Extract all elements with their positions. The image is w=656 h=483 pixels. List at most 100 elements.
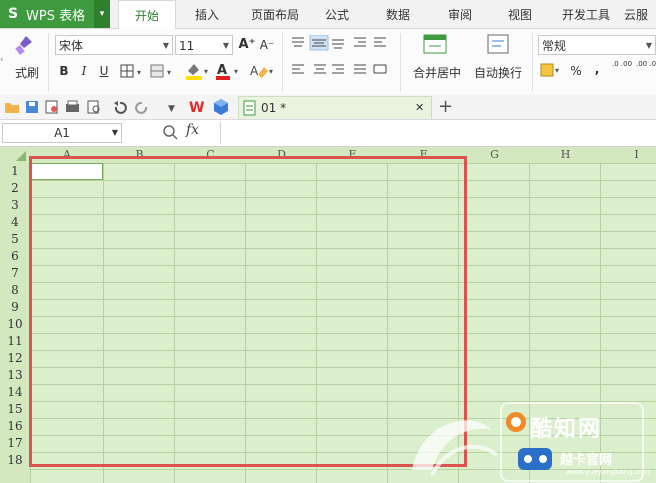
svg-text:A: A bbox=[217, 63, 227, 78]
svg-text:▾: ▾ bbox=[167, 68, 171, 77]
merge-center-button[interactable]: 合并居中 bbox=[406, 64, 468, 82]
watermark-swirl-icon bbox=[402, 400, 502, 480]
font-color-icon[interactable]: A ▾ bbox=[214, 61, 242, 81]
svg-text:▾: ▾ bbox=[204, 67, 208, 76]
clear-format-icon[interactable]: A ▾ bbox=[248, 61, 276, 81]
chevron-down-icon: ▼ bbox=[645, 41, 652, 50]
app-title: WPS 表格 bbox=[26, 8, 86, 24]
name-box-value: A1 bbox=[54, 126, 70, 140]
wps-app-button[interactable]: S WPS 表格 ▾ bbox=[0, 0, 110, 28]
wps-writer-icon[interactable]: W bbox=[188, 98, 206, 116]
row-header-3[interactable]: 3 bbox=[0, 197, 30, 214]
svg-text:A: A bbox=[250, 64, 259, 78]
ribbon-divider bbox=[532, 33, 533, 91]
number-format-value: 常规 bbox=[542, 39, 567, 53]
column-header-i[interactable]: I bbox=[601, 147, 656, 163]
select-all-corner[interactable] bbox=[0, 147, 30, 163]
ribbon-scroll-left-icon[interactable]: ‹ bbox=[0, 40, 8, 80]
wps-logo-icon: S bbox=[7, 6, 19, 22]
row-header-2[interactable]: 2 bbox=[0, 180, 30, 197]
increase-decimal-button[interactable]: .0 .00 bbox=[612, 60, 632, 69]
row-header-8[interactable]: 8 bbox=[0, 282, 30, 299]
watermark-brand-secondary: 越卡官网 bbox=[560, 453, 613, 468]
svg-text:▼: ▼ bbox=[168, 104, 175, 114]
row-header-18[interactable]: 18 bbox=[0, 452, 30, 469]
wrap-text-icon[interactable] bbox=[486, 33, 510, 57]
fill-color-icon[interactable]: ▾ bbox=[184, 61, 212, 81]
tab-view[interactable]: 视图 bbox=[494, 0, 546, 28]
decrease-decimal-button[interactable]: .00 .0 bbox=[636, 60, 656, 69]
column-header-g[interactable]: G bbox=[459, 147, 530, 163]
number-format-select[interactable]: 常规 ▼ bbox=[538, 35, 656, 55]
row-header-14[interactable]: 14 bbox=[0, 384, 30, 401]
tab-insert[interactable]: 插入 bbox=[180, 0, 234, 28]
wrap-text-button[interactable]: 自动换行 bbox=[470, 64, 526, 82]
font-size-select[interactable]: 11 ▼ bbox=[175, 35, 233, 55]
ribbon-divider bbox=[48, 33, 49, 91]
chevron-down-icon: ▼ bbox=[162, 41, 169, 50]
zoom-search-icon[interactable] bbox=[162, 124, 178, 140]
comma-button[interactable]: , bbox=[590, 60, 604, 78]
watermark-brand: 酷知网 bbox=[530, 417, 603, 442]
svg-text:▾: ▾ bbox=[269, 67, 273, 76]
font-name-value: 宋体 bbox=[59, 39, 84, 53]
row-header-9[interactable]: 9 bbox=[0, 299, 30, 316]
row-header-5[interactable]: 5 bbox=[0, 231, 30, 248]
watermark-game-icon bbox=[516, 444, 556, 474]
watermark-logo-icon bbox=[504, 410, 528, 434]
ribbon-divider bbox=[400, 33, 401, 91]
column-header-h[interactable]: H bbox=[530, 147, 601, 163]
underline-button[interactable]: U bbox=[96, 62, 112, 80]
svg-text:▾: ▾ bbox=[555, 66, 559, 75]
chevron-down-icon: ▼ bbox=[222, 41, 229, 50]
font-name-select[interactable]: 宋体 ▼ bbox=[55, 35, 173, 55]
merge-center-icon[interactable] bbox=[423, 33, 447, 57]
svg-text:▾: ▾ bbox=[137, 68, 141, 77]
format-painter-label[interactable]: 式刷 bbox=[12, 64, 42, 82]
alignment-group bbox=[288, 34, 400, 83]
tab-home[interactable]: 开始 bbox=[118, 0, 176, 30]
row-header-10[interactable]: 10 bbox=[0, 316, 30, 333]
tab-formula[interactable]: 公式 bbox=[312, 0, 362, 28]
formula-input[interactable] bbox=[220, 122, 656, 144]
font-size-value: 11 bbox=[179, 39, 195, 53]
tab-page-layout[interactable]: 页面布局 bbox=[240, 0, 310, 28]
bold-button[interactable]: B bbox=[56, 62, 72, 80]
shrink-font-button[interactable]: A⁻ bbox=[258, 36, 276, 54]
svg-text:W: W bbox=[189, 100, 204, 116]
row-header-17[interactable]: 17 bbox=[0, 435, 30, 452]
new-tab-button[interactable]: + bbox=[438, 96, 453, 118]
quick-access-icons: ▼ bbox=[4, 99, 204, 115]
row-header-11[interactable]: 11 bbox=[0, 333, 30, 350]
currency-icon[interactable]: ▾ bbox=[540, 61, 564, 79]
watermark-url: www.yueyangbang.com bbox=[566, 468, 650, 476]
cube-icon[interactable] bbox=[212, 98, 230, 116]
close-tab-icon[interactable]: ✕ bbox=[415, 97, 424, 119]
border-icon[interactable]: ▾ bbox=[120, 63, 146, 79]
spreadsheet-doc-icon bbox=[243, 100, 257, 116]
document-tab[interactable]: 01 * ✕ bbox=[238, 96, 432, 119]
chevron-down-icon[interactable]: ▼ bbox=[112, 124, 118, 142]
format-painter-icon[interactable] bbox=[14, 34, 34, 56]
row-header-12[interactable]: 12 bbox=[0, 350, 30, 367]
row-header-1[interactable]: 1 bbox=[0, 163, 30, 180]
name-box[interactable]: A1 ▼ bbox=[2, 123, 122, 143]
grow-font-button[interactable]: A⁺ bbox=[238, 36, 256, 54]
row-header-16[interactable]: 16 bbox=[0, 418, 30, 435]
row-header-7[interactable]: 7 bbox=[0, 265, 30, 282]
cell-style-icon[interactable]: ▾ bbox=[150, 63, 176, 79]
row-header-13[interactable]: 13 bbox=[0, 367, 30, 384]
tab-developer[interactable]: 开发工具 bbox=[556, 0, 616, 28]
italic-button[interactable]: I bbox=[76, 62, 92, 80]
svg-text:▾: ▾ bbox=[234, 67, 238, 76]
ribbon-divider bbox=[282, 33, 283, 91]
row-header-6[interactable]: 6 bbox=[0, 248, 30, 265]
tab-data[interactable]: 数据 bbox=[372, 0, 424, 28]
fx-button[interactable]: fx bbox=[186, 122, 199, 138]
app-dropdown-icon[interactable]: ▾ bbox=[94, 0, 110, 28]
tab-review[interactable]: 审阅 bbox=[434, 0, 486, 28]
row-header-15[interactable]: 15 bbox=[0, 401, 30, 418]
row-header-4[interactable]: 4 bbox=[0, 214, 30, 231]
tab-cloud[interactable]: 云服 bbox=[624, 0, 656, 28]
percent-button[interactable]: % bbox=[568, 62, 584, 80]
